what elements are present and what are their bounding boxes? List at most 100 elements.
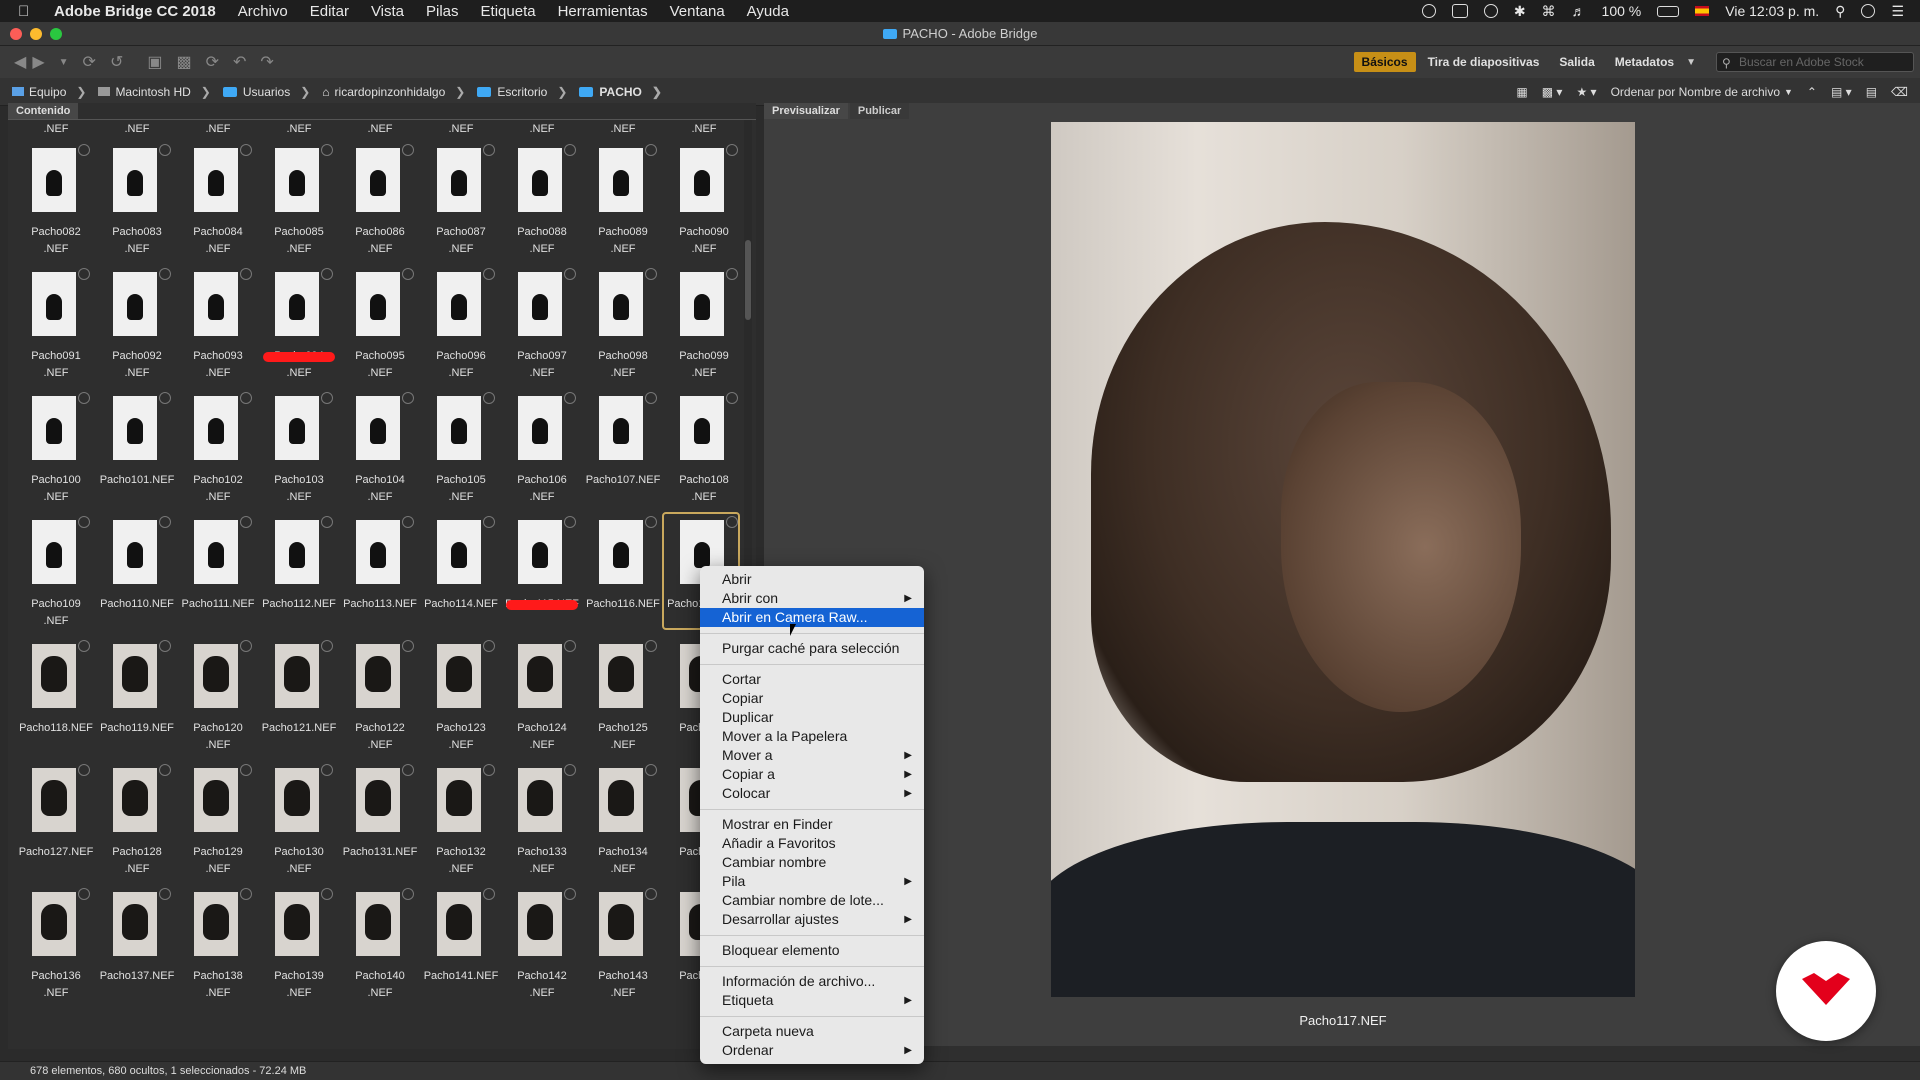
thumbnail-image[interactable] [356, 516, 414, 584]
flag-icon[interactable] [1695, 6, 1710, 16]
thumbnail-item[interactable]: Pacho132 .NEF [421, 758, 501, 882]
context-menu-item[interactable]: Pila ▶ [700, 872, 924, 891]
thumbnail-image[interactable] [599, 640, 657, 708]
thumbnail-item[interactable]: Pacho113.NEF [340, 510, 420, 634]
context-menu-item[interactable]: Información de archivo... [700, 972, 924, 991]
thumbnail-item[interactable]: Pacho091 .NEF [16, 262, 96, 386]
thumbnail-item[interactable]: Pacho106 .NEF [502, 386, 582, 510]
rotate-right-icon[interactable]: ↷ [260, 52, 273, 72]
thumbnail-item[interactable]: Pacho142 .NEF [502, 882, 582, 1006]
camera-import-icon[interactable]: ▣ [147, 52, 162, 72]
thumbnail-item[interactable]: Pacho114.NEF [421, 510, 501, 634]
thumbnail-item[interactable]: Pacho092 .NEF [97, 262, 177, 386]
menu-pilas[interactable]: Pilas [426, 3, 459, 20]
thumbnail-item[interactable]: Pacho094 .NEF [259, 262, 339, 386]
chevron-down-icon[interactable]: ▼ [1784, 87, 1793, 97]
thumbnail-item[interactable]: Pacho134 .NEF [583, 758, 663, 882]
thumbnail-image[interactable] [356, 640, 414, 708]
context-menu-item[interactable]: Copiar a ▶ [700, 765, 924, 784]
thumbnail-image[interactable] [437, 640, 495, 708]
thumbnail-image[interactable] [113, 888, 171, 956]
thumbnail-image[interactable] [32, 888, 90, 956]
thumbnail-image[interactable] [275, 268, 333, 336]
context-menu-item[interactable]: Purgar caché para selección [700, 639, 924, 658]
thumbnail-item[interactable]: Pacho137.NEF [97, 882, 177, 1006]
thumbnail-item[interactable]: Pacho103 .NEF [259, 386, 339, 510]
back-icon[interactable]: ◀ [14, 52, 26, 72]
menu-ayuda[interactable]: Ayuda [747, 3, 789, 20]
thumbnail-item[interactable]: Pacho099 .NEF [664, 262, 742, 386]
workspace-tira[interactable]: Tira de diapositivas [1420, 52, 1548, 72]
minimize-window-button[interactable] [30, 28, 42, 40]
thumbnail-item[interactable]: Pacho131.NEF [340, 758, 420, 882]
context-menu-item[interactable]: Cortar [700, 670, 924, 689]
thumbnail-item[interactable]: Pacho101.NEF [97, 386, 177, 510]
thumbnail-image[interactable] [599, 392, 657, 460]
thumbnail-item[interactable]: Pacho119.NEF [97, 634, 177, 758]
context-menu-item[interactable]: Etiqueta ▶ [700, 991, 924, 1010]
thumbnail-image[interactable] [356, 144, 414, 212]
workspace-metadatos[interactable]: Metadatos [1607, 52, 1682, 72]
context-menu-item[interactable]: Copiar [700, 689, 924, 708]
thumbnail-image[interactable] [518, 888, 576, 956]
thumbnail-image[interactable] [518, 144, 576, 212]
thumbnail-item[interactable]: Pacho097 .NEF [502, 262, 582, 386]
thumbnail-image[interactable] [680, 144, 738, 212]
rotate-left-icon[interactable]: ↶ [233, 52, 246, 72]
thumbnail-item[interactable]: Pacho140 .NEF [340, 882, 420, 1006]
thumbnail-image[interactable] [113, 640, 171, 708]
context-menu-item[interactable]: Desarrollar ajustes ▶ [700, 910, 924, 929]
thumbnail-item[interactable]: Pacho105 .NEF [421, 386, 501, 510]
menu-archivo[interactable]: Archivo [238, 3, 288, 20]
apple-icon[interactable]:  [18, 3, 40, 20]
context-menu-item[interactable]: Abrir en Camera Raw... [700, 608, 924, 627]
sort-ascending-icon[interactable]: ⌃ [1807, 85, 1817, 99]
new-folder-icon[interactable]: ▤ [1866, 85, 1877, 99]
thumbnail-image[interactable] [437, 764, 495, 832]
rotate-icon[interactable]: ↺ [110, 52, 123, 72]
context-menu-item[interactable]: Carpeta nueva [700, 1022, 924, 1041]
crumb-macintosh-hd[interactable]: Macintosh HD ❯ [98, 85, 211, 99]
thumbnail-item[interactable]: Pacho107.NEF [583, 386, 663, 510]
thumbnail-image[interactable] [356, 268, 414, 336]
thumbnail-image[interactable] [194, 640, 252, 708]
context-menu-item[interactable]: Cambiar nombre de lote... [700, 891, 924, 910]
close-window-button[interactable] [10, 28, 22, 40]
refine-icon[interactable]: ▩ [176, 52, 191, 72]
menu-vista[interactable]: Vista [371, 3, 404, 20]
thumbnail-image[interactable] [32, 144, 90, 212]
thumbnail-image[interactable] [113, 516, 171, 584]
thumbnail-image[interactable] [518, 268, 576, 336]
tab-contenido[interactable]: Contenido [8, 103, 79, 119]
thumbnail-item[interactable]: Pacho084 .NEF [178, 138, 258, 262]
thumbnail-image[interactable] [32, 640, 90, 708]
preview-image[interactable] [1051, 122, 1635, 997]
thumbnail-image[interactable] [32, 516, 90, 584]
workspace-salida[interactable]: Salida [1551, 52, 1602, 72]
filter-quality-icon[interactable]: ▦ [1516, 85, 1527, 99]
thumbnail-item[interactable]: Pacho083 .NEF [97, 138, 177, 262]
thumbnail-image[interactable] [32, 392, 90, 460]
thumbnail-item[interactable]: Pacho088 .NEF [502, 138, 582, 262]
thumbnail-item[interactable]: Pacho124 .NEF [502, 634, 582, 758]
crumb-usuarios[interactable]: Usuarios ❯ [222, 85, 310, 99]
thumbnail-item[interactable]: Pacho102 .NEF [178, 386, 258, 510]
zoom-window-button[interactable] [50, 28, 62, 40]
boomerang-icon[interactable]: ⟳ [83, 52, 96, 72]
thumbnail-image[interactable] [113, 392, 171, 460]
thumbnail-item[interactable]: Pacho138 .NEF [178, 882, 258, 1006]
thumbnail-item[interactable]: Pacho120 .NEF [178, 634, 258, 758]
thumbnail-item[interactable]: Pacho112.NEF [259, 510, 339, 634]
thumbnail-image[interactable] [356, 888, 414, 956]
thumbnail-image[interactable] [518, 516, 576, 584]
thumbnail-item[interactable]: Pacho141.NEF [421, 882, 501, 1006]
crumb-equipo[interactable]: Equipo ❯ [12, 85, 86, 99]
thumbnail-item[interactable]: Pacho110.NEF [97, 510, 177, 634]
thumbnail-image[interactable] [518, 640, 576, 708]
context-menu-item[interactable]: Cambiar nombre [700, 853, 924, 872]
context-menu-item[interactable]: Colocar ▶ [700, 784, 924, 803]
thumbnail-item[interactable]: Pacho100 .NEF [16, 386, 96, 510]
thumbnail-image[interactable] [275, 640, 333, 708]
menu-app-name[interactable]: Adobe Bridge CC 2018 [54, 3, 216, 20]
context-menu-item[interactable]: Abrir con ▶ [700, 589, 924, 608]
